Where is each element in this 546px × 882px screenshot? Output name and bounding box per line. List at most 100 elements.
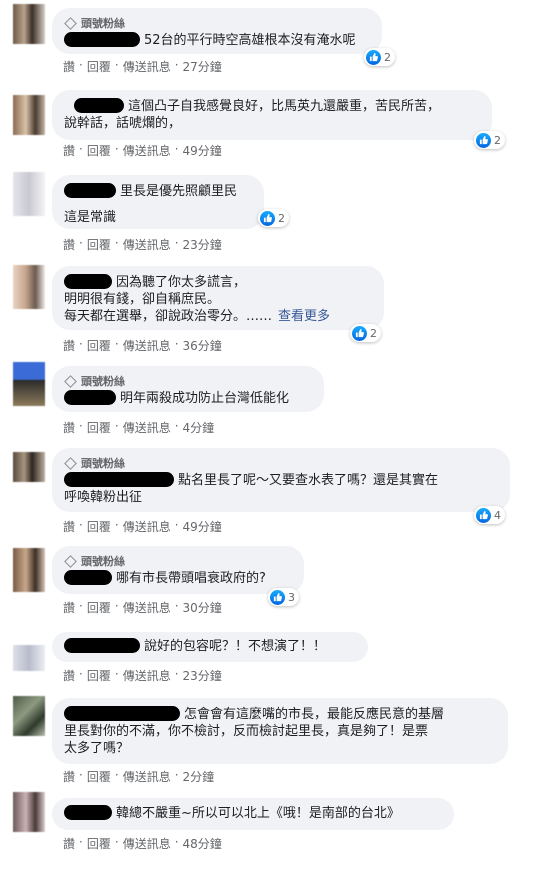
reaction-count[interactable]: 2 — [474, 131, 505, 149]
reaction-count[interactable]: 2 — [364, 48, 395, 66]
timestamp[interactable]: 48分鐘 — [183, 835, 222, 852]
redacted-name[interactable] — [64, 638, 140, 653]
message-link[interactable]: 傳送訊息 — [123, 142, 171, 159]
comment-text-line3: 每天都在選舉，卻說政治零分。…… — [64, 309, 273, 324]
comment-bubble: 頭號粉絲 哪有市長帶頭唱衰政府的? — [52, 546, 304, 594]
like-link[interactable]: 讚 — [63, 599, 75, 616]
like-count: 2 — [494, 133, 501, 147]
like-link[interactable]: 讚 — [63, 768, 75, 785]
comment-bubble: 說好的包容呢？！不想演了！！ — [52, 632, 368, 662]
message-link[interactable]: 傳送訊息 — [123, 236, 171, 253]
comment-actions: 讚 · 回覆 · 傳送訊息 · 49分鐘 — [63, 518, 222, 535]
like-count: 2 — [384, 50, 391, 64]
comment-text: 點名里長了呢～又要查水表了嗎？還是其實在 — [178, 473, 439, 488]
redacted-name[interactable] — [64, 183, 116, 198]
avatar[interactable] — [13, 95, 45, 135]
avatar[interactable] — [13, 265, 45, 309]
redacted-name[interactable] — [64, 32, 140, 47]
reply-link[interactable]: 回覆 — [87, 835, 111, 852]
like-count: 3 — [288, 590, 295, 604]
comment-text: 說好的包容呢？！不想演了！！ — [144, 639, 327, 654]
avatar[interactable] — [13, 452, 45, 482]
like-link[interactable]: 讚 — [63, 58, 75, 75]
like-reaction-icon — [352, 325, 367, 341]
timestamp[interactable]: 2分鐘 — [183, 768, 215, 785]
avatar[interactable] — [13, 792, 45, 832]
avatar[interactable] — [13, 548, 45, 592]
top-fan-badge: 頭號粉絲 — [64, 554, 292, 568]
top-fan-badge: 頭號粉絲 — [64, 16, 370, 30]
reply-link[interactable]: 回覆 — [87, 518, 111, 535]
badge-label: 頭號粉絲 — [81, 456, 125, 470]
top-fan-badge: 頭號粉絲 — [64, 456, 498, 470]
comment-actions: 讚 · 回覆 · 傳送訊息 · 4分鐘 — [63, 419, 215, 436]
avatar[interactable] — [13, 645, 45, 671]
comment-text-line2: 里長對你的不滿，你不檢討，反而檢討起里長，真是夠了！是票 — [64, 724, 429, 739]
redacted-name[interactable] — [64, 390, 116, 405]
message-link[interactable]: 傳送訊息 — [123, 337, 171, 354]
comment-actions: 讚 · 回覆 · 傳送訊息 · 49分鐘 — [63, 142, 222, 159]
redacted-name[interactable] — [74, 98, 124, 113]
redacted-name[interactable] — [64, 570, 112, 585]
timestamp[interactable]: 30分鐘 — [183, 599, 222, 616]
comment-actions: 讚 · 回覆 · 傳送訊息 · 23分鐘 — [63, 667, 222, 684]
like-reaction-icon — [476, 132, 491, 148]
reply-link[interactable]: 回覆 — [87, 419, 111, 436]
timestamp[interactable]: 27分鐘 — [183, 58, 222, 75]
reply-link[interactable]: 回覆 — [87, 142, 111, 159]
reaction-count[interactable]: 3 — [268, 588, 299, 606]
reaction-count[interactable]: 4 — [474, 506, 505, 524]
see-more-link[interactable]: 查看更多 — [278, 309, 330, 324]
like-link[interactable]: 讚 — [63, 518, 75, 535]
like-reaction-icon — [476, 507, 491, 523]
diamond-icon — [64, 374, 77, 388]
comment-text-line2: 這是常識 — [64, 210, 117, 225]
avatar[interactable] — [13, 172, 45, 216]
redacted-name[interactable] — [64, 472, 174, 487]
reply-link[interactable]: 回覆 — [87, 768, 111, 785]
message-link[interactable]: 傳送訊息 — [123, 419, 171, 436]
comment-text-line3: 太多了嗎？ — [64, 741, 130, 756]
avatar[interactable] — [13, 4, 45, 44]
reply-link[interactable]: 回覆 — [87, 236, 111, 253]
comment-actions: 讚 · 回覆 · 傳送訊息 · 30分鐘 — [63, 599, 222, 616]
reaction-count[interactable]: 2 — [258, 209, 289, 227]
message-link[interactable]: 傳送訊息 — [123, 667, 171, 684]
comment-text-line2: 呼喚韓粉出征 — [64, 490, 143, 505]
redacted-name[interactable] — [64, 274, 112, 289]
like-link[interactable]: 讚 — [63, 419, 75, 436]
message-link[interactable]: 傳送訊息 — [123, 599, 171, 616]
like-link[interactable]: 讚 — [63, 835, 75, 852]
comment-bubble: 里長是優先照顧里民 這是常識 — [52, 175, 264, 229]
timestamp[interactable]: 36分鐘 — [183, 337, 222, 354]
avatar[interactable] — [13, 696, 45, 736]
comment-text: 52台的平行時空高雄根本沒有淹水呢 — [144, 33, 356, 48]
reaction-count[interactable]: 2 — [350, 324, 381, 342]
reply-link[interactable]: 回覆 — [87, 337, 111, 354]
message-link[interactable]: 傳送訊息 — [123, 768, 171, 785]
message-link[interactable]: 傳送訊息 — [123, 58, 171, 75]
redacted-name[interactable] — [64, 706, 180, 721]
reply-link[interactable]: 回覆 — [87, 58, 111, 75]
message-link[interactable]: 傳送訊息 — [123, 518, 171, 535]
like-link[interactable]: 讚 — [63, 142, 75, 159]
timestamp[interactable]: 23分鐘 — [183, 236, 222, 253]
redacted-name[interactable] — [64, 805, 112, 820]
comment-text: 這個凸子自我感覺良好，比馬英九還嚴重，苦民所苦， — [128, 99, 441, 114]
message-link[interactable]: 傳送訊息 — [123, 835, 171, 852]
like-reaction-icon — [366, 49, 381, 65]
comment-actions: 讚 · 回覆 · 傳送訊息 · 2分鐘 — [63, 768, 215, 785]
timestamp[interactable]: 49分鐘 — [183, 142, 222, 159]
timestamp[interactable]: 49分鐘 — [183, 518, 222, 535]
like-link[interactable]: 讚 — [63, 667, 75, 684]
comment-bubble: 怎會會有這麼嘴的市長，最能反應民意的基層 里長對你的不滿，你不檢討，反而檢討起里… — [52, 698, 508, 764]
badge-label: 頭號粉絲 — [81, 374, 125, 388]
comment-text: 韓總不嚴重~所以可以北上《哦！是南部的台北》 — [116, 806, 400, 821]
reply-link[interactable]: 回覆 — [87, 667, 111, 684]
like-link[interactable]: 讚 — [63, 236, 75, 253]
timestamp[interactable]: 4分鐘 — [183, 419, 215, 436]
avatar[interactable] — [13, 362, 45, 406]
like-link[interactable]: 讚 — [63, 337, 75, 354]
reply-link[interactable]: 回覆 — [87, 599, 111, 616]
timestamp[interactable]: 23分鐘 — [183, 667, 222, 684]
